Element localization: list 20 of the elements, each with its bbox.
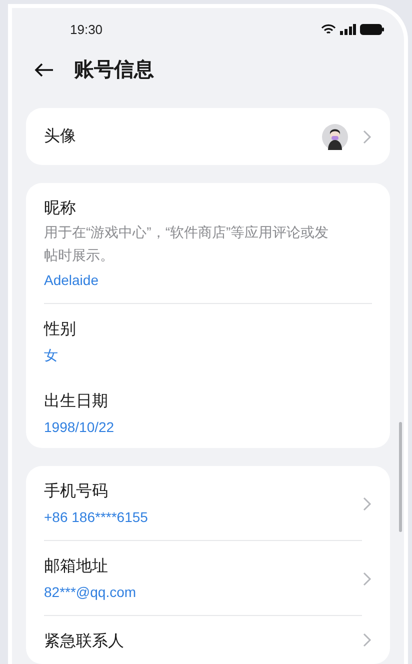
row-label: 头像	[44, 126, 77, 146]
back-arrow-icon	[34, 62, 54, 78]
avatar	[322, 124, 348, 150]
page-title: 账号信息	[74, 58, 154, 83]
row-value: 82***@qq.com	[44, 583, 138, 602]
row-value: 女	[44, 346, 59, 365]
signal-icon	[340, 24, 356, 36]
row-description: 用于在“游戏中心”，“软件商店”等应用评论或发帖时展示。	[44, 223, 330, 265]
row-label: 紧急联系人	[44, 632, 125, 652]
row-label: 手机号码	[44, 482, 109, 502]
row-value: 1998/10/22	[44, 418, 116, 437]
row-label: 邮箱地址	[44, 556, 109, 577]
row-value: Adelaide	[44, 271, 100, 290]
status-time: 19:30	[70, 20, 103, 39]
row-label: 出生日期	[44, 392, 109, 412]
row-label: 昵称	[44, 199, 77, 219]
battery-icon	[360, 24, 384, 36]
row-label: 性别	[44, 320, 77, 340]
wifi-icon	[321, 24, 336, 36]
row-value: +86 186****6155	[44, 508, 149, 527]
